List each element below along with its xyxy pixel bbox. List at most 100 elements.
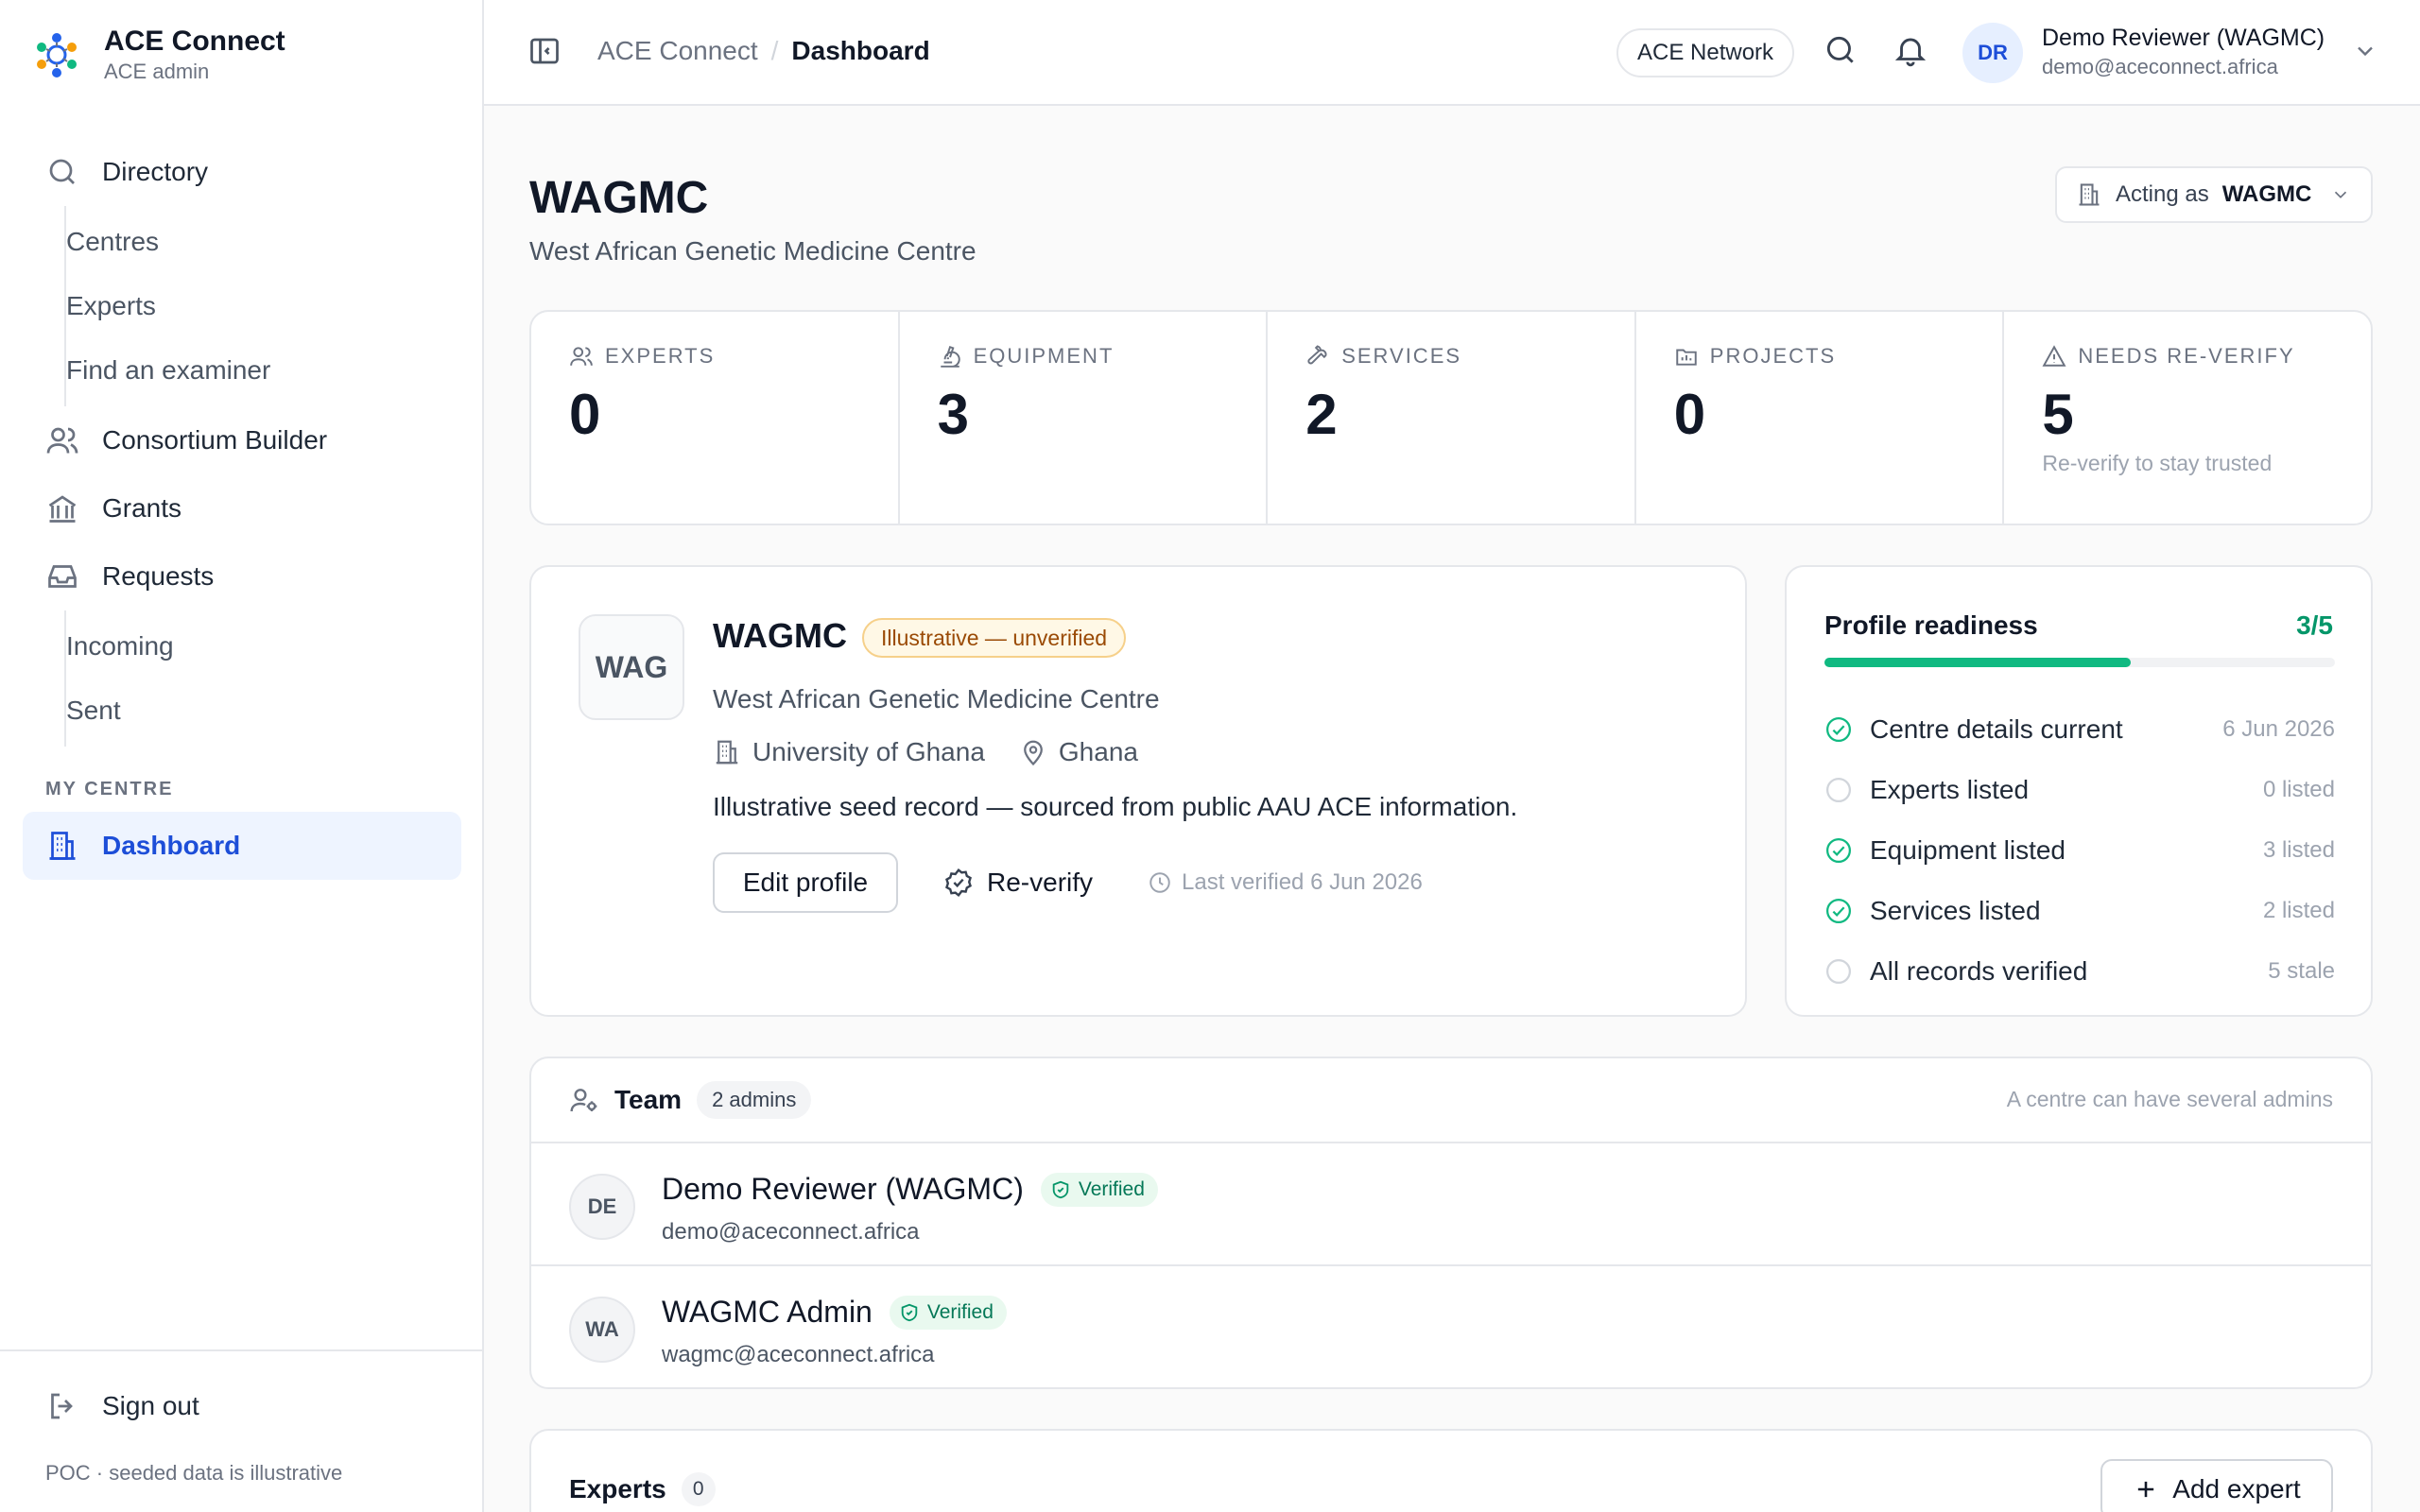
centre-logo: WAG [579, 614, 684, 720]
sidebar-item-label: Find an examiner [66, 355, 271, 385]
acting-as-value: WAGMC [2221, 181, 2312, 207]
readiness-progress-bar [1824, 658, 2335, 667]
folder-icon [1676, 349, 1697, 366]
team-title: Team [614, 1085, 683, 1114]
logout-icon [51, 1393, 73, 1419]
readiness-item-label: Experts listed [1870, 775, 2030, 804]
clock-icon [1150, 872, 1170, 893]
edit-profile-button[interactable]: Edit profile [713, 852, 898, 913]
sidebar-item-label: Centres [66, 227, 160, 256]
reverify-button[interactable]: Re-verify [943, 852, 1093, 913]
add-expert-label: Add expert [2172, 1474, 2301, 1503]
centre-name: WAGMC [713, 616, 847, 655]
stats-panel: EXPERTS 0 EQUIPMENT 3 SERVICES 2 PROJECT… [529, 310, 2373, 525]
member-name: WAGMC Admin [662, 1295, 873, 1329]
network-switcher[interactable]: ACE Network [1616, 28, 1795, 77]
readiness-item-value: 6 Jun 2026 [2222, 716, 2335, 742]
sidebar-item-requests[interactable]: Requests [23, 542, 461, 610]
sidebar-toggle-button[interactable] [527, 34, 565, 72]
breadcrumb: ACE Connect / Dashboard [597, 36, 930, 66]
readiness-progress-fill [1824, 658, 2131, 667]
team-header: Team 2 admins A centre can have several … [531, 1058, 2371, 1143]
search-button[interactable] [1823, 32, 1864, 74]
bank-icon [48, 495, 77, 523]
centre-description: Illustrative seed record — sourced from … [713, 792, 1518, 821]
user-menu-toggle[interactable] [2352, 38, 2382, 68]
add-expert-button[interactable]: Add expert [2100, 1459, 2333, 1512]
experts-title: Experts [569, 1474, 666, 1503]
acting-as-label: Acting as [2116, 181, 2209, 207]
readiness-item-value: 3 listed [2262, 837, 2335, 863]
stat-label-text: EXPERTS [605, 344, 716, 368]
stat-needs-reverify[interactable]: NEEDS RE-VERIFY 5 Re-verify to stay trus… [2004, 312, 2371, 524]
readiness-score: 3/5 [2296, 610, 2333, 640]
stat-label: EXPERTS [569, 344, 898, 369]
brand-title: ACE Connect [104, 26, 285, 57]
stat-label-text: EQUIPMENT [973, 344, 1115, 368]
building-icon [2079, 183, 2100, 206]
stat-value: 0 [1673, 383, 1706, 446]
team-member-row: WA WAGMC Admin Verified wagmc@aceconnect… [531, 1266, 2371, 1389]
stat-value: 3 [937, 383, 969, 446]
topbar: ACE Connect / Dashboard ACE Network DR D… [484, 0, 2420, 106]
sidebar-item-centres[interactable]: Centres [25, 210, 461, 274]
sidebar-item-dashboard[interactable]: Dashboard [23, 812, 461, 880]
sidebar-item-grants[interactable]: Grants [23, 474, 461, 542]
centre-country: Ghana [1058, 737, 1138, 766]
wrench-icon [1307, 345, 1327, 365]
ace-logo-icon [37, 33, 77, 77]
sidebar-item-label: Sent [66, 696, 121, 725]
footer-note: POC · seeded data is illustrative [45, 1461, 343, 1485]
sidebar-item-incoming[interactable]: Incoming [25, 614, 461, 679]
warning-icon [2042, 345, 2066, 367]
stat-equipment[interactable]: EQUIPMENT 3 [900, 312, 1269, 524]
readiness-item-label: Equipment listed [1870, 835, 2066, 865]
stat-label: EQUIPMENT [938, 344, 1267, 369]
page-subtitle: West African Genetic Medicine Centre [529, 236, 977, 266]
stat-experts[interactable]: EXPERTS 0 [531, 312, 900, 524]
sign-out-label: Sign out [102, 1391, 199, 1420]
readiness-item-label: All records verified [1870, 956, 2088, 986]
readiness-item-value: 0 listed [2262, 777, 2335, 802]
check-circle-icon [1824, 897, 1853, 925]
member-name: Demo Reviewer (WAGMC) [662, 1172, 1024, 1206]
avatar: WA [569, 1297, 635, 1363]
stat-value: 0 [569, 383, 601, 446]
sidebar-item-directory[interactable]: Directory [23, 138, 461, 206]
avatar[interactable]: DR [1962, 23, 2023, 83]
member-email: wagmc@aceconnect.africa [662, 1342, 935, 1367]
sidebar-item-label: Dashboard [102, 831, 241, 860]
last-verified: Last verified 6 Jun 2026 [1148, 869, 1423, 896]
readiness-item: Services listed 2 listed [1824, 881, 2335, 941]
team-card: Team 2 admins A centre can have several … [529, 1057, 2373, 1389]
sign-out-button[interactable]: Sign out [45, 1389, 199, 1423]
user-cog-icon [570, 1089, 597, 1112]
notifications-button[interactable] [1893, 32, 1934, 74]
search-icon [49, 159, 75, 184]
stat-projects[interactable]: PROJECTS 0 [1636, 312, 2005, 524]
experts-count-badge: 0 [681, 1472, 716, 1506]
stat-note: Re-verify to stay trusted [2042, 451, 2273, 475]
sidebar-footer: Sign out POC · seeded data is illustrati… [0, 1349, 482, 1512]
panel-left-icon [530, 38, 559, 64]
building-icon [49, 832, 76, 860]
readiness-item-label: Centre details current [1870, 714, 2123, 744]
sidebar-item-label: Directory [102, 157, 209, 186]
sidebar-item-consortium-builder[interactable]: Consortium Builder [23, 406, 461, 474]
team-note: A centre can have several admins [2006, 1087, 2333, 1111]
readiness-item-value: 2 listed [2262, 898, 2335, 923]
sidebar-item-find-examiner[interactable]: Find an examiner [25, 338, 461, 403]
user-email: demo@aceconnect.africa [2042, 55, 2278, 78]
acting-as-select[interactable]: Acting as WAGMC [2055, 166, 2373, 223]
brand[interactable]: ACE Connect ACE admin [30, 25, 285, 85]
stat-services[interactable]: SERVICES 2 [1268, 312, 1636, 524]
verified-badge: Verified [889, 1295, 1007, 1330]
member-email: demo@aceconnect.africa [662, 1219, 920, 1245]
breadcrumb-root[interactable]: ACE Connect [597, 36, 758, 66]
stat-label-text: PROJECTS [1709, 344, 1837, 368]
sidebar-item-sent[interactable]: Sent [25, 679, 461, 743]
bell-icon [1894, 38, 1927, 67]
sidebar-item-experts[interactable]: Experts [25, 274, 461, 338]
building-icon [716, 740, 738, 765]
stat-label: SERVICES [1305, 344, 1634, 369]
